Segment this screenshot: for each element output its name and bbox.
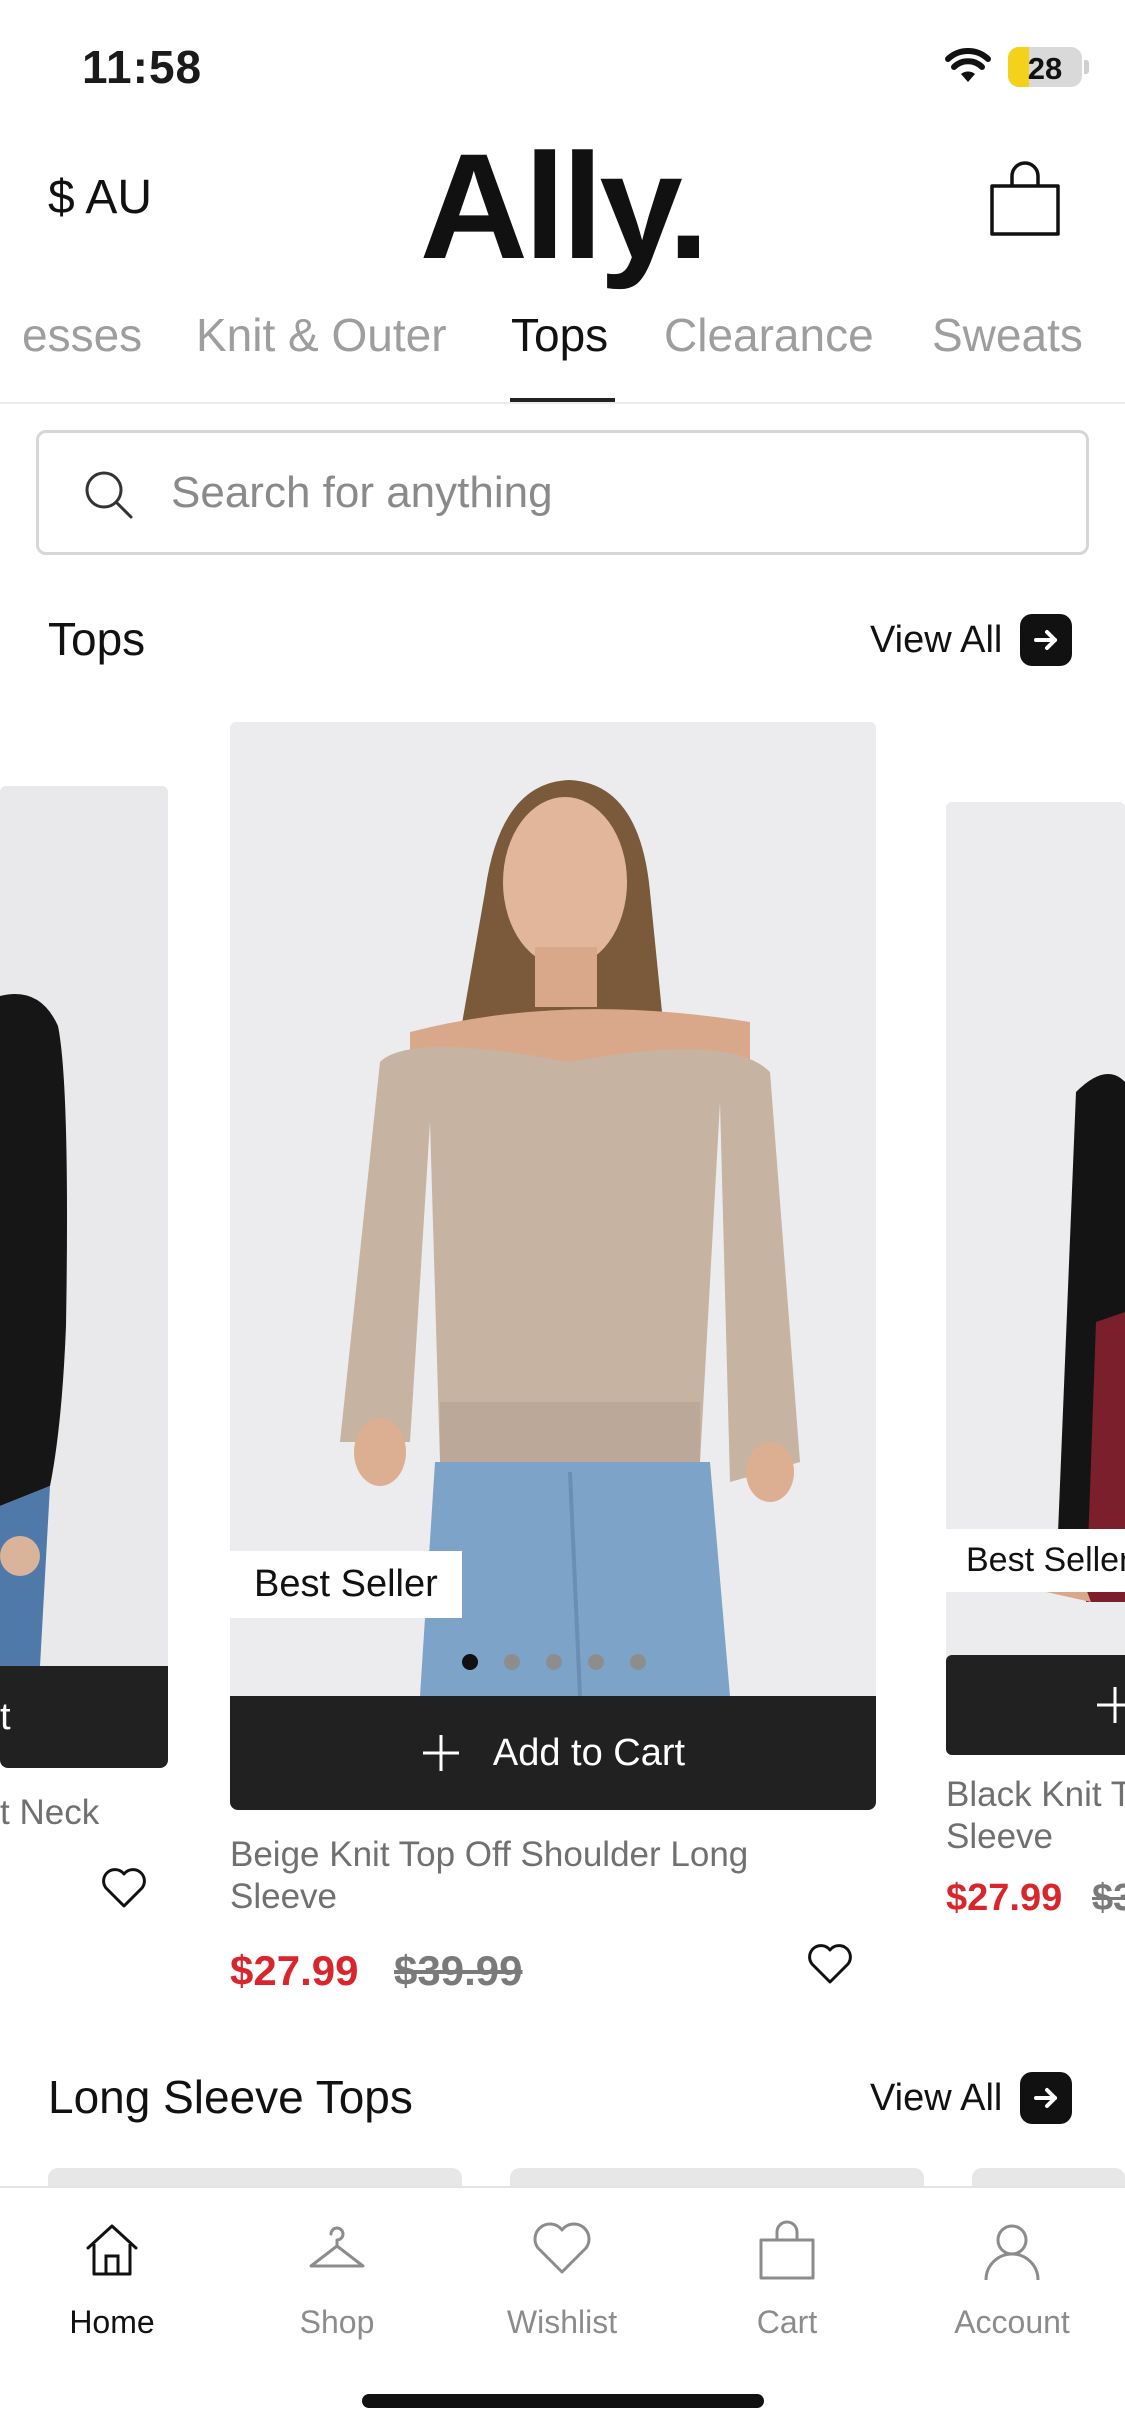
sale-price: $27.99 (946, 1877, 1063, 1919)
tab-label: Wishlist (506, 2304, 618, 2340)
section-title-long-sleeve: Long Sleeve Tops (48, 2071, 413, 2123)
best-seller-badge: Best Seller (946, 1529, 1125, 1592)
carousel-dot[interactable] (546, 1654, 562, 1670)
tab-label: Home (69, 2304, 155, 2340)
hanger-icon (309, 2226, 365, 2268)
tab-shop[interactable]: Shop (247, 2218, 427, 2341)
wishlist-heart-icon[interactable] (100, 1866, 148, 1910)
active-tab-underline (510, 398, 615, 402)
home-icon (86, 2224, 138, 2276)
arrow-right-icon (1020, 614, 1073, 666)
product-image[interactable] (0, 786, 168, 1666)
add-to-cart-button[interactable] (946, 1655, 1125, 1755)
battery-tip (1084, 60, 1089, 74)
product-name[interactable]: Black Knit To Sleeve (946, 1774, 1125, 1858)
tab-home[interactable]: Home (22, 2218, 202, 2341)
tab-label: Cart (756, 2304, 818, 2340)
carousel-dot[interactable] (504, 1654, 520, 1670)
original-price: $39.99 (394, 1947, 523, 1994)
view-all-long-sleeve-button[interactable]: View All (870, 2068, 1073, 2128)
tab-wishlist[interactable]: Wishlist (472, 2218, 652, 2341)
carousel-dot[interactable] (588, 1654, 604, 1670)
view-all-label: View All (870, 618, 1003, 661)
search-input[interactable] (171, 453, 1051, 533)
bag-icon (759, 2220, 815, 2280)
tab-sweats[interactable]: Sweats (932, 308, 1083, 362)
category-tabs: esses Knit & Outer Tops Clearance Sweats (0, 290, 1125, 404)
search-icon (85, 471, 133, 519)
product-name-line: Sleeve (946, 1817, 1054, 1856)
original-price: $3 (1092, 1877, 1125, 1919)
product-name-line: Black Knit To (946, 1775, 1125, 1814)
arrow-right-icon (1020, 2072, 1073, 2124)
product-name[interactable]: t Neck (0, 1792, 168, 1834)
product-photo-black-top (0, 994, 67, 1666)
home-indicator (362, 2394, 764, 2408)
tab-clearance[interactable]: Clearance (664, 308, 874, 362)
tab-account[interactable]: Account (922, 2218, 1102, 2341)
product-image[interactable] (230, 722, 876, 1696)
shopping-bag-icon[interactable] (984, 158, 1066, 238)
tab-label: Account (954, 2304, 1070, 2340)
add-to-cart-button[interactable]: t (0, 1666, 168, 1768)
add-to-cart-label: t (0, 1695, 11, 1738)
sale-price: $27.99 (230, 1947, 359, 1994)
image-carousel-dots[interactable] (462, 1654, 646, 1670)
battery-indicator: 28 (1008, 47, 1082, 87)
tab-dresses[interactable]: esses (22, 308, 142, 362)
heart-icon (533, 2222, 591, 2274)
plus-icon (1097, 1687, 1125, 1723)
status-time: 11:58 (82, 41, 203, 93)
product-photo-beige-knit (230, 722, 876, 1696)
product-card-featured[interactable]: Best Seller Add to Cart Beige Knit Top O… (230, 722, 876, 2012)
user-icon (984, 2224, 1040, 2281)
search-box[interactable] (36, 430, 1089, 555)
view-all-tops-button[interactable]: View All (870, 610, 1073, 670)
add-to-cart-label: Add to Cart (492, 1731, 686, 1774)
product-name[interactable]: Beige Knit Top Off Shoulder Long Sleeve (230, 1834, 830, 1918)
status-bar: 11:58 28 (0, 0, 1125, 130)
wifi-icon (945, 48, 991, 82)
tab-label: Shop (299, 2304, 375, 2340)
section-title-tops: Tops (48, 613, 146, 665)
brand-logo[interactable]: Ally. (0, 120, 1125, 293)
product-card[interactable]: t t Neck (0, 786, 168, 1916)
product-card[interactable]: Best Seller Black Knit To Sleeve $27.99 … (946, 802, 1125, 1932)
add-to-cart-button[interactable]: Add to Cart (230, 1696, 876, 1810)
tab-cart[interactable]: Cart (697, 2218, 877, 2341)
carousel-dot[interactable] (462, 1654, 478, 1670)
best-seller-badge: Best Seller (230, 1551, 462, 1618)
plus-icon (422, 1735, 459, 1771)
carousel-dot[interactable] (630, 1654, 646, 1670)
wishlist-heart-icon[interactable] (806, 1942, 854, 1986)
battery-level: 28 (1027, 51, 1063, 86)
view-all-label: View All (870, 2076, 1003, 2119)
tab-knit-outer[interactable]: Knit & Outer (196, 308, 447, 362)
tab-tops[interactable]: Tops (511, 308, 608, 362)
